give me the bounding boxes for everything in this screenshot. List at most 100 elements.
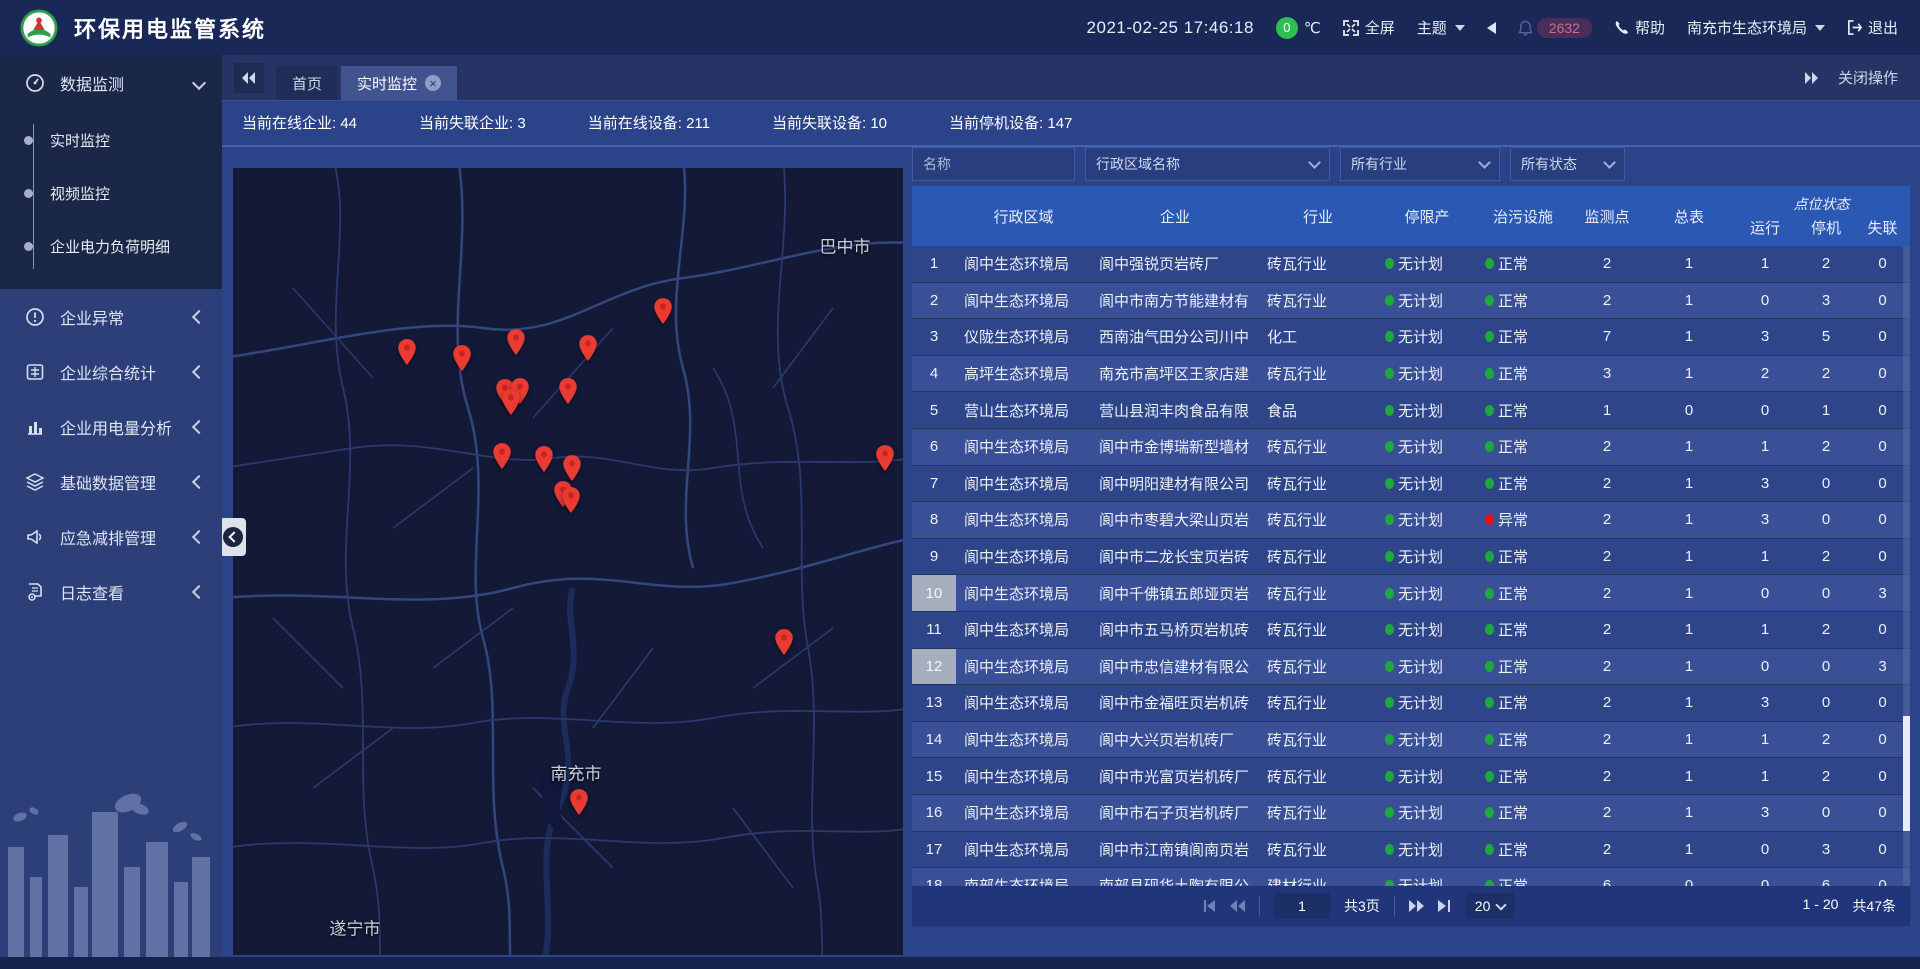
cell-region: 阆中生态环境局 — [956, 502, 1091, 538]
sidebar-group-header-5[interactable]: 基础数据管理 — [0, 454, 222, 509]
status-dot-icon — [1485, 697, 1494, 708]
table-row[interactable]: 1阆中生态环境局阆中强锐页岩砖厂砖瓦行业无计划正常21120 — [912, 246, 1910, 283]
close-icon[interactable]: × — [425, 75, 441, 91]
table-row[interactable]: 10阆中生态环境局阆中千佛镇五郎垭页岩砖瓦行业无计划正常21003 — [912, 575, 1910, 612]
next-page-button[interactable] — [1409, 900, 1424, 912]
table-row[interactable]: 7阆中生态环境局阆中明阳建材有限公司砖瓦行业无计划正常21300 — [912, 466, 1910, 503]
map-pin[interactable] — [534, 445, 554, 479]
map-collapse-button[interactable] — [220, 518, 246, 556]
map-pin[interactable] — [561, 486, 581, 520]
cell-limit-status: 无计划 — [1377, 649, 1477, 685]
map-pin[interactable] — [558, 377, 578, 411]
help-button[interactable]: 帮助 — [1614, 17, 1665, 38]
table-row[interactable]: 11阆中生态环境局阆中市五马桥页岩机砖砖瓦行业无计划正常21120 — [912, 612, 1910, 649]
map-pin[interactable] — [875, 444, 895, 478]
map-pin[interactable] — [578, 334, 598, 368]
page-size-select[interactable]: 20 — [1466, 893, 1515, 919]
tabs-scroll-left-button[interactable] — [234, 63, 264, 93]
status-text: 无计划 — [1398, 509, 1443, 530]
table-row[interactable]: 15阆中生态环境局阆中市光富页岩机砖厂砖瓦行业无计划正常21120 — [912, 758, 1910, 795]
scrollbar-thumb[interactable] — [1903, 716, 1910, 831]
cell-company: 西南油气田分公司川中 — [1091, 319, 1259, 355]
status-text: 无计划 — [1398, 692, 1443, 713]
map-pin[interactable] — [506, 328, 526, 362]
chevron-down-icon — [1815, 25, 1825, 31]
chevron-left-icon — [223, 527, 243, 547]
table-row[interactable]: 16阆中生态环境局阆中市石子页岩机砖厂砖瓦行业无计划正常21300 — [912, 795, 1910, 832]
previous-page-button[interactable] — [1230, 900, 1245, 912]
notifications[interactable]: 2632 — [1518, 18, 1592, 38]
cell-run: 1 — [1733, 612, 1797, 648]
first-page-button[interactable] — [1202, 900, 1216, 912]
status-dot-icon — [1485, 331, 1494, 342]
temperature-unit: ℃ — [1304, 19, 1321, 37]
sound-toggle[interactable] — [1487, 22, 1496, 34]
cell-lost: 3 — [1855, 649, 1910, 685]
tab[interactable]: 首页 — [276, 66, 338, 100]
sidebar-group-header-2[interactable]: 企业异常 — [0, 289, 222, 344]
table-row[interactable]: 18南部生态环境局南部县砚华土陶有限公建材行业无计划正常60060 — [912, 868, 1910, 886]
map-pin[interactable] — [774, 628, 794, 662]
status-text: 无计划 — [1398, 839, 1443, 860]
table-scrollbar[interactable] — [1903, 246, 1910, 886]
cell-total: 1 — [1645, 466, 1733, 502]
status-text: 无计划 — [1398, 363, 1443, 384]
cell-facility-status: 异常 — [1477, 502, 1569, 538]
bell-icon — [1518, 20, 1533, 36]
table-row[interactable]: 3仪陇生态环境局西南油气田分公司川中化工无计划正常71350 — [912, 319, 1910, 356]
speaker-icon — [1487, 22, 1496, 34]
sidebar-group-header-1[interactable]: 数据监测 — [0, 55, 222, 110]
map-pin[interactable] — [397, 338, 417, 372]
cell-industry: 砖瓦行业 — [1259, 832, 1377, 868]
table-row[interactable]: 2阆中生态环境局阆中市南方节能建材有砖瓦行业无计划正常21030 — [912, 283, 1910, 320]
double-chevron-right-icon[interactable] — [1804, 72, 1818, 84]
table-row[interactable]: 14阆中生态环境局阆中大兴页岩机砖厂砖瓦行业无计划正常21120 — [912, 722, 1910, 759]
sidebar-group-header-6[interactable]: 应急减排管理 — [0, 509, 222, 564]
table-row[interactable]: 8阆中生态环境局阆中市枣碧大梁山页岩砖瓦行业无计划异常21300 — [912, 502, 1910, 539]
close-operations-menu[interactable]: 关闭操作 — [1838, 67, 1898, 88]
logout-button[interactable]: 退出 — [1847, 17, 1898, 38]
cell-region: 仪陇生态环境局 — [956, 319, 1091, 355]
sidebar-group-label: 企业综合统计 — [60, 360, 194, 384]
cell-run: 1 — [1733, 246, 1797, 282]
table-row[interactable]: 4高坪生态环境局南充市高坪区王家店建砖瓦行业无计划正常31220 — [912, 356, 1910, 393]
cell-total: 1 — [1645, 429, 1733, 465]
cell-region: 阆中生态环境局 — [956, 246, 1091, 282]
cell-region: 南部生态环境局 — [956, 868, 1091, 886]
tab-bar: 首页实时监控× 关闭操作 — [222, 55, 1920, 101]
page-number-input[interactable]: 1 — [1274, 893, 1330, 919]
map-pin[interactable] — [653, 297, 673, 331]
map-pin[interactable] — [501, 388, 521, 422]
map-pin[interactable] — [492, 442, 512, 476]
map-pin[interactable] — [569, 788, 589, 822]
sidebar-group-header-4[interactable]: 企业用电量分析 — [0, 399, 222, 454]
sidebar-group-header-7[interactable]: 日志查看 — [0, 564, 222, 619]
table-body: 1阆中生态环境局阆中强锐页岩砖厂砖瓦行业无计划正常211202阆中生态环境局阆中… — [912, 246, 1910, 886]
tab[interactable]: 实时监控× — [341, 66, 457, 100]
table-row[interactable]: 5营山生态环境局营山县润丰肉食品有限食品无计划正常10010 — [912, 392, 1910, 429]
map-pin[interactable] — [452, 344, 472, 378]
table-row[interactable]: 17阆中生态环境局阆中市江南镇阆南页岩砖瓦行业无计划正常21030 — [912, 832, 1910, 869]
last-page-button[interactable] — [1438, 900, 1452, 912]
map[interactable]: 巴中市南充市遂宁市 — [233, 168, 903, 955]
organization-menu[interactable]: 南充市生态环境局 — [1687, 17, 1825, 38]
table-row[interactable]: 9阆中生态环境局阆中市二龙长宝页岩砖砖瓦行业无计划正常21120 — [912, 539, 1910, 576]
table-row[interactable]: 13阆中生态环境局阆中市金福旺页岩机砖砖瓦行业无计划正常21300 — [912, 685, 1910, 722]
cell-facility-status: 正常 — [1477, 466, 1569, 502]
status-dot-icon — [1385, 368, 1394, 379]
sidebar-item[interactable]: 企业电力负荷明细 — [0, 220, 222, 273]
sidebar-item[interactable]: 实时监控 — [0, 114, 222, 167]
region-select[interactable]: 行政区域名称 — [1085, 147, 1330, 181]
cell-company: 阆中市石子页岩机砖厂 — [1091, 795, 1259, 831]
name-search-input[interactable] — [912, 147, 1075, 181]
theme-menu[interactable]: 主题 — [1417, 17, 1465, 38]
fullscreen-button[interactable]: 全屏 — [1343, 17, 1395, 38]
logout-icon — [1847, 20, 1862, 35]
status-select[interactable]: 所有状态 — [1510, 147, 1625, 181]
industry-select[interactable]: 所有行业 — [1340, 147, 1500, 181]
table-row[interactable]: 6阆中生态环境局阆中市金博瑞新型墙材砖瓦行业无计划正常21120 — [912, 429, 1910, 466]
table-row[interactable]: 12阆中生态环境局阆中市忠信建材有限公砖瓦行业无计划正常21003 — [912, 649, 1910, 686]
cell-lost: 0 — [1855, 832, 1910, 868]
sidebar-group-header-3[interactable]: 企业综合统计 — [0, 344, 222, 399]
sidebar-item[interactable]: 视频监控 — [0, 167, 222, 220]
